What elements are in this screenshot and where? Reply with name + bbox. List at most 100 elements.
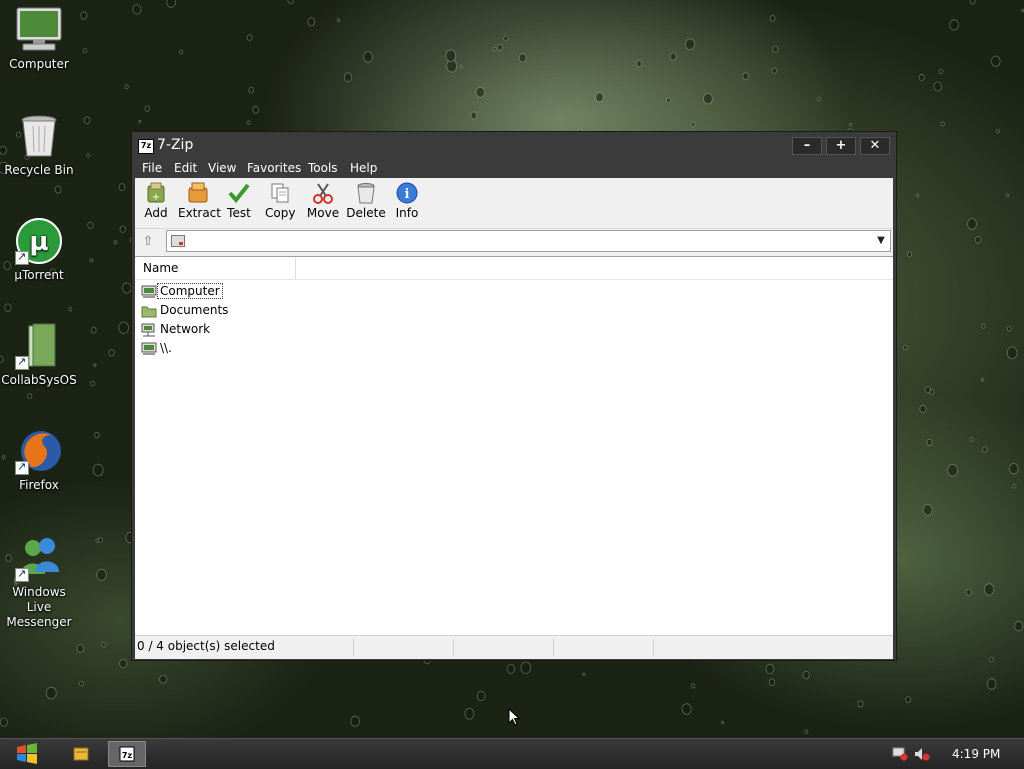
desktop-icon-label: Computer <box>9 57 69 71</box>
raindrop <box>949 19 959 31</box>
raindrop <box>918 73 925 81</box>
minimize-button[interactable]: – <box>792 137 822 155</box>
7zip-icon: 7z <box>119 746 135 762</box>
list-header: Name <box>135 257 893 280</box>
raindrop <box>86 153 91 158</box>
raindrop <box>681 703 692 715</box>
desktop-icon-collabsysos[interactable]: CollabSysOS <box>0 322 78 388</box>
raindrop <box>124 84 129 90</box>
raindrop <box>582 672 586 676</box>
status-cell-3 <box>455 639 554 656</box>
desktop-icon-utorrent[interactable]: µ µTorrent <box>0 217 78 283</box>
taskbar-clock[interactable]: 4:19 PM <box>952 747 1000 761</box>
raindrop <box>159 674 168 684</box>
add-button[interactable]: + Add <box>141 182 171 220</box>
menu-bar: File Edit View Favorites Tools Help <box>132 158 896 178</box>
address-combobox[interactable]: ▼ <box>166 230 891 252</box>
raindrop <box>108 349 115 357</box>
taskbar-file-manager[interactable] <box>62 741 100 767</box>
copy-button[interactable]: Copy <box>265 182 295 220</box>
raindrop <box>857 700 864 708</box>
delete-button[interactable]: Delete <box>346 182 386 220</box>
move-label: Move <box>306 206 340 220</box>
status-selection: 0 / 4 object(s) selected <box>135 639 354 656</box>
raindrop <box>79 680 84 687</box>
7zip-window: 7z 7-Zip – + ✕ File Edit View Favorites … <box>131 131 897 661</box>
desktop-icon-recycle-bin[interactable]: Recycle Bin <box>0 112 78 178</box>
raindrop <box>1006 326 1012 332</box>
delete-label: Delete <box>346 206 386 220</box>
raindrop <box>166 0 176 8</box>
raindrop <box>691 121 696 128</box>
shortcut-arrow-icon <box>15 249 29 265</box>
raindrop <box>93 363 97 367</box>
raindrop <box>350 715 360 727</box>
test-button[interactable]: Test <box>224 182 254 220</box>
messenger-icon <box>15 534 63 582</box>
maximize-button[interactable]: + <box>826 137 856 155</box>
raindrop <box>768 678 776 687</box>
raindrop <box>690 683 696 689</box>
menu-edit[interactable]: Edit <box>174 161 197 175</box>
7zip-app-icon: 7z <box>138 139 154 154</box>
folder-icon <box>15 322 63 370</box>
status-cell-4 <box>555 639 654 656</box>
desktop-icon-computer[interactable]: Computer <box>0 6 78 72</box>
svg-text:µ: µ <box>29 227 48 257</box>
computer-icon <box>15 6 63 54</box>
raindrop <box>924 386 931 394</box>
network-status-icon[interactable] <box>892 747 908 761</box>
raindrop <box>989 656 994 663</box>
raindrop <box>246 120 251 125</box>
file-manager-icon <box>73 747 89 761</box>
chevron-down-icon[interactable]: ▼ <box>872 231 890 251</box>
folder-icon <box>141 304 157 318</box>
title-bar[interactable]: 7z 7-Zip – + ✕ <box>132 132 896 158</box>
raindrop <box>82 48 88 54</box>
shortcut-arrow-icon <box>15 459 29 475</box>
raindrop <box>252 105 260 114</box>
raindrop <box>804 729 809 734</box>
move-button[interactable]: Move <box>306 182 340 220</box>
desktop-icon-windows-live-messenger[interactable]: Windows Live Messenger <box>0 534 78 630</box>
raindrop <box>307 17 316 27</box>
raindrop <box>965 588 972 596</box>
raindrop <box>87 221 94 229</box>
raindrop <box>991 55 1001 67</box>
volume-muted-icon[interactable] <box>914 747 930 761</box>
firefox-icon <box>15 427 63 475</box>
mouse-cursor-icon <box>508 708 521 726</box>
desktop-icon-firefox[interactable]: Firefox <box>0 427 78 493</box>
info-button[interactable]: i Info <box>393 182 421 220</box>
menu-file[interactable]: File <box>142 161 162 175</box>
file-list: Name Computer Documents Network \\. <box>135 256 893 635</box>
window-client-area: + Add Extract Test Copy Move Delete i In… <box>135 178 893 659</box>
raindrop <box>974 236 982 244</box>
extract-button[interactable]: Extract <box>178 182 221 220</box>
menu-favorites[interactable]: Favorites <box>247 161 301 175</box>
raindrop <box>90 380 95 387</box>
raindrop <box>919 404 927 414</box>
raindrop <box>986 678 997 690</box>
up-folder-button[interactable]: ⇧ <box>139 233 157 251</box>
taskbar-7zip[interactable]: 7z <box>108 741 146 767</box>
toolbar: + Add Extract Test Copy Move Delete i In… <box>135 178 893 229</box>
raindrop <box>122 282 132 294</box>
copy-icon <box>268 182 292 204</box>
menu-view[interactable]: View <box>208 161 236 175</box>
raindrop <box>113 240 118 245</box>
address-bar: ⇧ ▼ <box>135 229 893 255</box>
move-scissors-icon <box>311 182 335 204</box>
list-item-name: Computer <box>157 283 223 299</box>
close-button[interactable]: ✕ <box>860 137 890 155</box>
raindrop <box>636 60 643 68</box>
raindrop <box>817 96 821 102</box>
menu-help[interactable]: Help <box>350 161 377 175</box>
menu-tools[interactable]: Tools <box>308 161 338 175</box>
raindrop <box>981 323 986 329</box>
column-header-name[interactable]: Name <box>135 257 296 279</box>
start-windows-icon[interactable] <box>15 743 39 765</box>
raindrop <box>119 658 128 669</box>
raindrop <box>916 193 920 197</box>
add-icon: + <box>144 182 168 204</box>
